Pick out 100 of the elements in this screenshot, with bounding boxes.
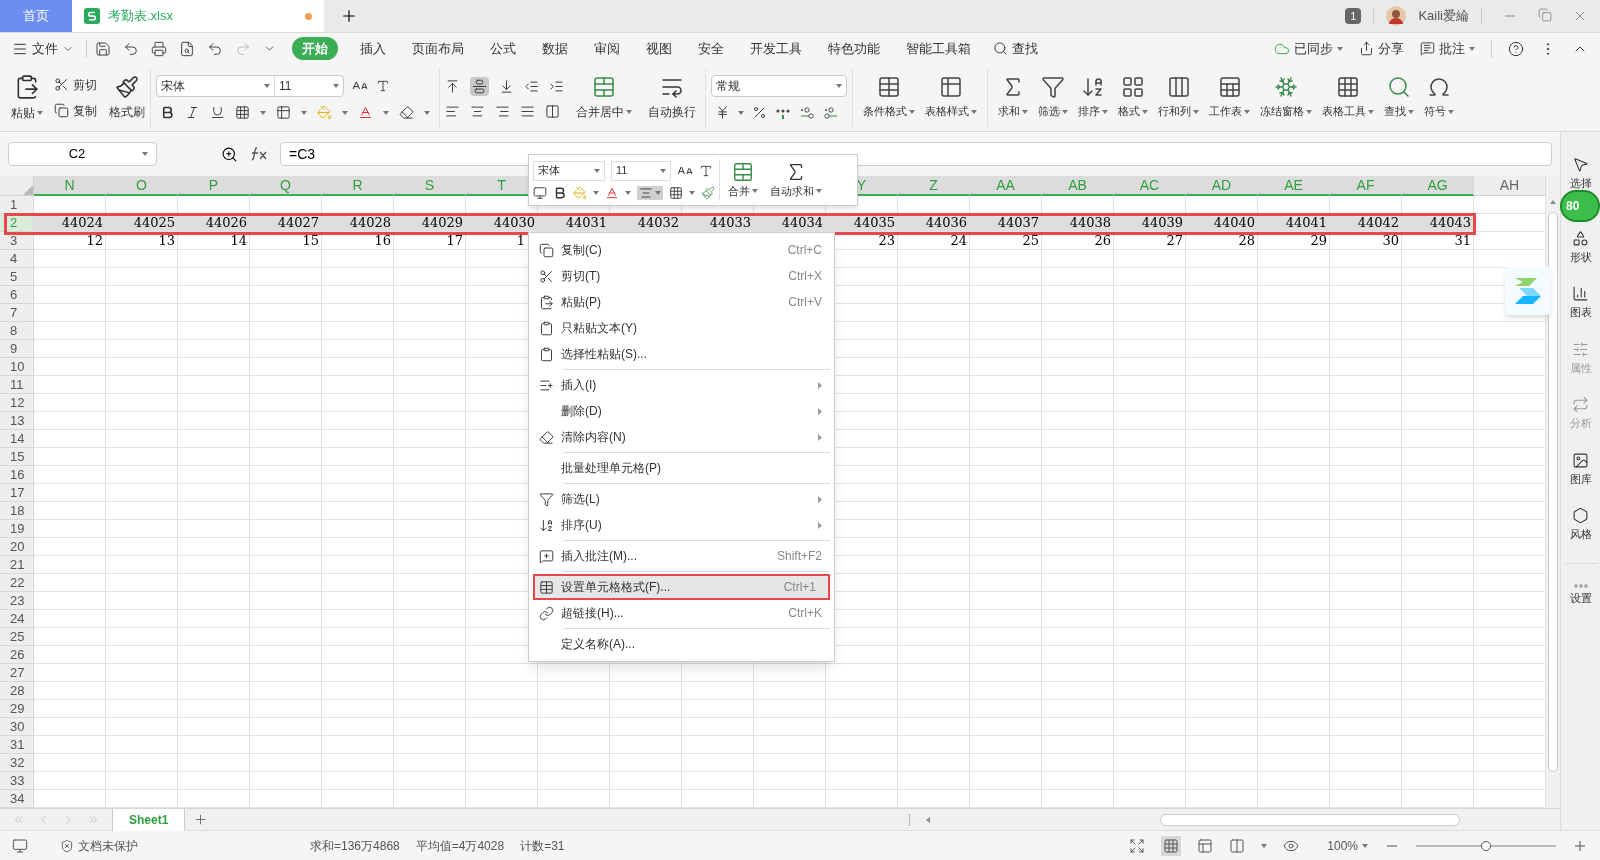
side-panel-button[interactable]: 选择 [1569, 156, 1592, 192]
horizontal-scrollbar[interactable] [1160, 813, 1460, 826]
row-header[interactable]: 11 [0, 376, 34, 394]
row-header[interactable]: 18 [0, 502, 34, 520]
menu-item[interactable]: 定义名称(A)... [529, 631, 834, 657]
column-header[interactable]: AH [1474, 176, 1546, 196]
currency-icon[interactable] [715, 105, 730, 120]
row-header[interactable]: 24 [0, 610, 34, 628]
indent-increase-icon[interactable] [549, 78, 564, 94]
row-header[interactable]: 30 [0, 718, 34, 736]
row-header[interactable]: 20 [0, 538, 34, 556]
rows-columns-button[interactable]: 行和列 [1153, 64, 1204, 131]
row-header[interactable]: 26 [0, 646, 34, 664]
bold-icon[interactable] [160, 105, 175, 120]
avatar[interactable] [1386, 6, 1407, 26]
align-center-icon[interactable] [470, 103, 485, 119]
row-header[interactable]: 29 [0, 700, 34, 718]
format-painter-button[interactable]: 格式刷 [97, 64, 145, 131]
ribbon-tab[interactable]: 特色功能 [824, 38, 884, 59]
search-button[interactable]: 查找 [993, 38, 1038, 59]
font-color-icon[interactable] [358, 105, 373, 120]
wrap-text-button[interactable]: 自动换行 [644, 64, 700, 131]
ribbon-tab[interactable]: 公式 [486, 38, 520, 59]
row-header[interactable]: 8 [0, 322, 34, 340]
cut-button[interactable]: 剪切 [54, 75, 97, 94]
row-header[interactable]: 22 [0, 574, 34, 592]
new-tab-icon[interactable] [340, 7, 358, 25]
worksheet-button[interactable]: 工作表 [1204, 64, 1255, 131]
decrease-font-icon[interactable] [699, 163, 713, 178]
zoom-slider[interactable] [1416, 839, 1556, 852]
row-header[interactable]: 19 [0, 520, 34, 538]
help-icon[interactable] [1508, 40, 1524, 57]
row-header[interactable]: 14 [0, 430, 34, 448]
menu-item[interactable]: 插入(I) [529, 372, 834, 398]
row-header[interactable]: 21 [0, 556, 34, 574]
comments-button[interactable]: 批注 [1420, 38, 1475, 59]
row-header[interactable]: 16 [0, 466, 34, 484]
ribbon-tab[interactable]: 审阅 [590, 38, 624, 59]
ribbon-tab[interactable]: 智能工具箱 [902, 38, 975, 59]
menu-item[interactable]: 剪切(T) Ctrl+X [529, 263, 834, 289]
align-middle-icon[interactable] [472, 78, 487, 94]
font-color-icon[interactable] [605, 185, 619, 200]
borders-icon[interactable] [235, 105, 250, 120]
row-header[interactable]: 15 [0, 448, 34, 466]
normal-view-icon[interactable] [1163, 837, 1180, 854]
menu-item[interactable]: 复制(C) Ctrl+C [529, 237, 834, 263]
indent-decrease-icon[interactable] [524, 78, 539, 94]
table-tools-button[interactable]: 表格工具 [1317, 64, 1379, 131]
vertical-scrollbar[interactable] [1548, 212, 1558, 772]
ribbon-tab[interactable]: 视图 [642, 38, 676, 59]
filter-button[interactable]: 筛选 [1033, 64, 1073, 131]
align-center-icon[interactable] [639, 185, 653, 200]
fullscreen-icon[interactable] [1129, 837, 1146, 854]
row-header[interactable]: 32 [0, 754, 34, 772]
align-right-icon[interactable] [495, 103, 510, 119]
paste-button[interactable]: 粘贴 [8, 64, 46, 131]
row-header[interactable]: 4 [0, 250, 34, 268]
row-header[interactable]: 12 [0, 394, 34, 412]
merge-center-button[interactable]: 合并居中 [564, 64, 644, 131]
row-header[interactable]: 34 [0, 790, 34, 808]
print-preview-icon[interactable] [179, 40, 195, 57]
protection-status[interactable]: 文档未保护 [60, 836, 138, 855]
menu-item[interactable]: 清除内容(N) [529, 424, 834, 450]
percent-icon[interactable] [752, 105, 767, 120]
row-header[interactable]: 9 [0, 340, 34, 358]
zoom-select[interactable]: 100% [1327, 836, 1368, 855]
menu-item[interactable]: 粘贴(P) Ctrl+V [529, 289, 834, 315]
align-bottom-icon[interactable] [499, 78, 514, 94]
copy-button[interactable]: 复制 [54, 101, 97, 120]
ribbon-tab[interactable]: 开发工具 [746, 38, 806, 59]
print-icon[interactable] [151, 40, 167, 57]
file-menu[interactable]: 文件 [12, 38, 86, 59]
user-name[interactable]: Kaili爱綸 [1418, 6, 1469, 26]
fill-color-icon[interactable] [317, 105, 332, 120]
menu-item[interactable]: 选择性粘贴(S)... [529, 341, 834, 367]
side-panel-button[interactable]: 形状 [1569, 229, 1592, 265]
menu-item[interactable]: 筛选(L) [529, 486, 834, 512]
justify-icon[interactable] [520, 103, 535, 119]
ribbon-tab[interactable]: 页面布局 [408, 38, 468, 59]
ribbon-tab[interactable]: 安全 [694, 38, 728, 59]
align-top-icon[interactable] [445, 78, 460, 94]
menu-item[interactable]: 删除(D) [529, 398, 834, 424]
menu-item[interactable]: 超链接(H)... Ctrl+K [529, 600, 834, 626]
row-header[interactable]: 33 [0, 772, 34, 790]
find-button[interactable]: 查找 [1379, 64, 1419, 131]
scroll-up-icon[interactable] [1550, 200, 1556, 204]
sync-button[interactable]: 已同步 [1274, 38, 1343, 59]
row-header[interactable]: 17 [0, 484, 34, 502]
decrease-font-icon[interactable] [376, 79, 390, 93]
conditional-format-button[interactable]: 条件格式 [858, 64, 920, 131]
format-button[interactable]: 格式 [1113, 64, 1153, 131]
borders-icon[interactable] [669, 185, 683, 200]
row-header[interactable]: 25 [0, 628, 34, 646]
share-button[interactable]: 分享 [1359, 38, 1404, 59]
freeze-panes-button[interactable]: 冻结窗格 [1255, 64, 1317, 131]
underline-icon[interactable] [210, 105, 225, 120]
function-icon[interactable] [250, 146, 268, 162]
save-icon[interactable] [95, 40, 111, 57]
row-header[interactable]: 7 [0, 304, 34, 322]
menu-item[interactable]: 设置单元格格式(F)... Ctrl+1 [533, 574, 830, 600]
